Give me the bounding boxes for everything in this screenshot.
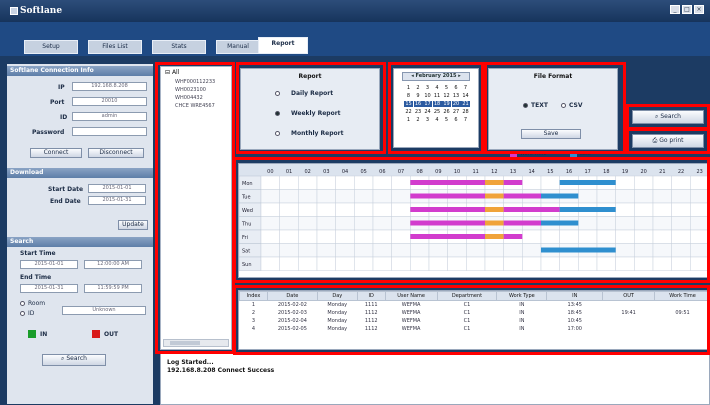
highlight-file-format <box>484 62 626 154</box>
start-time-label: Start Time <box>20 250 56 257</box>
ip-field[interactable]: 192.168.8.208 <box>72 82 147 91</box>
connect-button[interactable]: Connect <box>30 148 82 158</box>
password-field[interactable] <box>72 127 147 136</box>
tab-stats[interactable]: Stats <box>152 40 206 54</box>
port-label: Port <box>50 99 65 106</box>
highlight-tree <box>155 62 235 354</box>
highlight-grid <box>233 157 710 283</box>
title-bar <box>0 0 710 22</box>
id-field[interactable]: admin <box>72 112 147 121</box>
update-button[interactable]: Update <box>118 220 148 230</box>
start-time-clock-field[interactable]: 12:00:00 AM <box>84 260 142 269</box>
log-panel: Log Started... 192.168.8.208 Connect Suc… <box>160 352 710 405</box>
tab-files-list[interactable]: Files List <box>88 40 142 54</box>
log-line: 192.168.8.208 Connect Success <box>167 367 275 374</box>
minimize-icon[interactable]: _ <box>670 5 680 14</box>
search-header: Search <box>7 237 153 247</box>
tab-setup[interactable]: Setup <box>24 40 78 54</box>
highlight-go-print <box>626 128 710 154</box>
app-title: Softlane <box>20 6 63 16</box>
left-search-button[interactable]: ⌕ Search <box>42 354 106 366</box>
id-label: ID <box>60 114 68 121</box>
tab-manual[interactable]: Manual <box>216 40 260 54</box>
left-search-button-label: Search <box>66 355 87 362</box>
start-time-date-field[interactable]: 2015-01-01 <box>20 260 78 269</box>
disconnect-button[interactable]: Disconnect <box>88 148 144 158</box>
maximize-icon[interactable]: □ <box>682 5 692 14</box>
port-field[interactable]: 20010 <box>72 97 147 106</box>
end-time-clock-field[interactable]: 11:59:59 PM <box>84 284 142 293</box>
in-color-indicator <box>28 330 36 338</box>
tab-report[interactable]: Report <box>258 37 308 54</box>
password-label: Password <box>32 129 65 136</box>
end-time-date-field[interactable]: 2015-01-31 <box>20 284 78 293</box>
end-time-label: End Time <box>20 274 52 281</box>
option-id-radio[interactable] <box>20 311 25 316</box>
close-icon[interactable]: × <box>694 5 704 14</box>
option-id-label: ID <box>28 310 35 317</box>
highlight-search <box>626 104 710 130</box>
app-icon <box>10 7 18 15</box>
connection-header: Softlane Connection Info <box>7 66 153 76</box>
option-room-label: Room <box>28 300 46 307</box>
end-date-label: End Date <box>50 198 81 205</box>
start-date-field[interactable]: 2015-01-01 <box>88 184 146 193</box>
log-line: Log Started... <box>167 359 214 366</box>
highlight-report <box>236 62 386 154</box>
end-date-field[interactable]: 2015-01-31 <box>88 196 146 205</box>
start-date-label: Start Date <box>48 186 84 193</box>
ip-label: IP <box>58 84 65 91</box>
in-label: IN <box>40 331 48 338</box>
out-label: OUT <box>104 331 119 338</box>
download-header: Download <box>7 168 153 178</box>
highlight-calendar <box>388 62 484 154</box>
highlight-table <box>233 285 710 355</box>
out-color-indicator <box>92 330 100 338</box>
option-value-field[interactable]: Unknown <box>62 306 146 315</box>
window-controls: _ □ × <box>668 5 704 14</box>
option-room-radio[interactable] <box>20 301 25 306</box>
